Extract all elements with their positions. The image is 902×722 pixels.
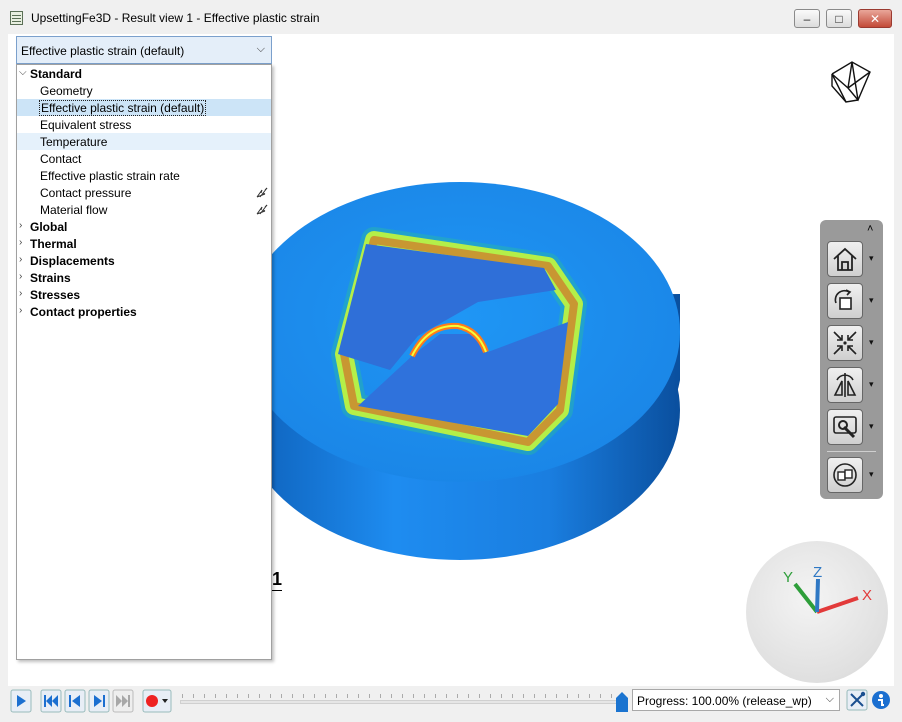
view-options-button[interactable] bbox=[827, 457, 863, 493]
info-icon[interactable] bbox=[870, 689, 892, 711]
z-axis-label: Z bbox=[813, 564, 822, 581]
tree-item-label: Thermal bbox=[30, 237, 77, 251]
play-button[interactable] bbox=[10, 689, 32, 713]
tree-item[interactable]: Effective plastic strain rate bbox=[17, 167, 271, 184]
strain-imprint bbox=[331, 227, 587, 455]
rotate-icon bbox=[834, 289, 852, 310]
mirror-icon bbox=[833, 373, 857, 397]
tree-item[interactable]: Equivalent stress bbox=[17, 116, 271, 133]
rotate-view-button[interactable] bbox=[827, 283, 863, 319]
tree-item[interactable]: Effective plastic strain (default) bbox=[17, 99, 271, 116]
tree-item-label: Material flow bbox=[40, 203, 108, 217]
first-frame-button[interactable] bbox=[40, 689, 62, 713]
tree-item-label: Global bbox=[30, 220, 68, 234]
next-frame-button[interactable] bbox=[88, 689, 110, 713]
chevron-right-icon[interactable]: › bbox=[19, 305, 22, 316]
wrench-icon bbox=[833, 416, 857, 439]
timeline-ticks bbox=[182, 694, 626, 698]
tree-item-label: Stresses bbox=[30, 288, 81, 302]
last-frame-button[interactable] bbox=[112, 689, 134, 713]
chevron-down-icon: ⌵ bbox=[825, 693, 834, 705]
maximize-button[interactable]: □ bbox=[826, 9, 852, 28]
settings-tools-icon[interactable] bbox=[846, 689, 868, 711]
animation-bar: Progress: 100.00% (release_wp) ⌵ bbox=[0, 686, 902, 722]
tree-item-label: Contact properties bbox=[30, 305, 137, 319]
home-icon bbox=[833, 247, 857, 271]
tree-category[interactable]: › Stresses bbox=[17, 286, 271, 303]
close-icon: ✕ bbox=[869, 12, 881, 26]
fit-view-button[interactable] bbox=[827, 325, 863, 361]
chevron-down-icon: ⌵ bbox=[256, 43, 265, 55]
tree-category[interactable]: › Global bbox=[17, 218, 271, 235]
z-axis-line bbox=[815, 578, 820, 613]
tree-item[interactable]: Contact bbox=[17, 150, 271, 167]
view-options-dropdown-icon[interactable]: ▾ bbox=[869, 469, 874, 480]
tree-category[interactable]: ⌵ Standard bbox=[17, 65, 271, 82]
view-toolbar: ˄ ▾ ▾ ▾ ▾ ▾ ▾ bbox=[820, 220, 883, 499]
tree-item[interactable]: Material flow bbox=[17, 201, 271, 218]
frame-label: 1 bbox=[272, 569, 283, 591]
home-view-button[interactable] bbox=[827, 241, 863, 277]
chevron-right-icon[interactable]: › bbox=[19, 220, 22, 231]
tree-item-label: Standard bbox=[30, 67, 83, 81]
result-type-select[interactable]: Effective plastic strain (default) ⌵ bbox=[16, 36, 272, 64]
timeline-slider[interactable] bbox=[180, 700, 628, 704]
minimize-button[interactable]: – bbox=[794, 9, 820, 28]
axis-triad-icon: X Y Z bbox=[783, 564, 872, 614]
tree-item-label: Equivalent stress bbox=[40, 118, 132, 132]
tree-item-label: Contact bbox=[40, 152, 82, 166]
minimize-icon: – bbox=[803, 12, 811, 26]
tools-button[interactable] bbox=[827, 409, 863, 445]
maximize-icon: □ bbox=[835, 12, 843, 26]
chevron-down-icon[interactable]: ⌵ bbox=[19, 67, 27, 78]
rotate-view-dropdown-icon[interactable]: ▾ bbox=[869, 295, 874, 306]
progress-select[interactable]: Progress: 100.00% (release_wp) ⌵ bbox=[632, 689, 840, 711]
section-view-button[interactable] bbox=[827, 367, 863, 403]
home-view-dropdown-icon[interactable]: ▾ bbox=[869, 253, 874, 264]
section-view-dropdown-icon[interactable]: ▾ bbox=[869, 379, 874, 390]
vector-arrows-icon bbox=[256, 187, 268, 198]
tree-category[interactable]: › Contact properties bbox=[17, 303, 271, 320]
previous-frame-button[interactable] bbox=[64, 689, 86, 713]
tree-item-label: Strains bbox=[30, 271, 71, 285]
tree-item-label: Displacements bbox=[30, 254, 115, 268]
x-axis-line bbox=[816, 596, 859, 614]
tree-item[interactable]: Geometry bbox=[17, 82, 271, 99]
app-icon bbox=[10, 11, 23, 25]
tree-item-label: Geometry bbox=[40, 84, 93, 98]
fit-icon bbox=[833, 331, 857, 355]
window-title: UpsettingFe3D - Result view 1 - Effectiv… bbox=[31, 11, 320, 25]
chevron-right-icon[interactable]: › bbox=[19, 237, 22, 248]
x-axis-label: X bbox=[862, 587, 872, 604]
orbit-icon bbox=[833, 463, 857, 487]
axis-triad[interactable]: X Y Z bbox=[746, 541, 888, 683]
close-button[interactable]: ✕ bbox=[858, 9, 892, 28]
tools-dropdown-icon[interactable]: ▾ bbox=[869, 421, 874, 432]
tree-item[interactable]: Temperature bbox=[17, 133, 271, 150]
result-type-value: Effective plastic strain (default) bbox=[21, 44, 185, 58]
tree-item-label: Contact pressure bbox=[40, 186, 132, 200]
tree-item-label: Effective plastic strain rate bbox=[40, 169, 180, 183]
tree-item[interactable]: Contact pressure bbox=[17, 184, 271, 201]
progress-text: Progress: 100.00% (release_wp) bbox=[637, 694, 812, 708]
chevron-right-icon[interactable]: › bbox=[19, 254, 22, 265]
tree-category[interactable]: › Strains bbox=[17, 269, 271, 286]
result-tree[interactable]: ⌵ Standard Geometry Effective plastic strai… bbox=[16, 64, 272, 660]
tree-category[interactable]: › Displacements bbox=[17, 252, 271, 269]
y-axis-line bbox=[793, 582, 819, 614]
tree-category[interactable]: › Thermal bbox=[17, 235, 271, 252]
toolbar-separator bbox=[827, 451, 876, 452]
record-button[interactable] bbox=[142, 689, 172, 713]
tree-item-label: Temperature bbox=[40, 135, 108, 149]
y-axis-label: Y bbox=[783, 569, 793, 586]
collapse-toolbar-icon[interactable]: ˄ bbox=[867, 223, 873, 235]
view-cube-icon[interactable] bbox=[828, 58, 872, 104]
title-bar: UpsettingFe3D - Result view 1 - Effectiv… bbox=[0, 0, 902, 36]
fit-view-dropdown-icon[interactable]: ▾ bbox=[869, 337, 874, 348]
chevron-right-icon[interactable]: › bbox=[19, 288, 22, 299]
chevron-right-icon[interactable]: › bbox=[19, 271, 22, 282]
vector-arrows-icon bbox=[256, 204, 268, 215]
tree-item-label: Effective plastic strain (default) bbox=[38, 100, 207, 116]
